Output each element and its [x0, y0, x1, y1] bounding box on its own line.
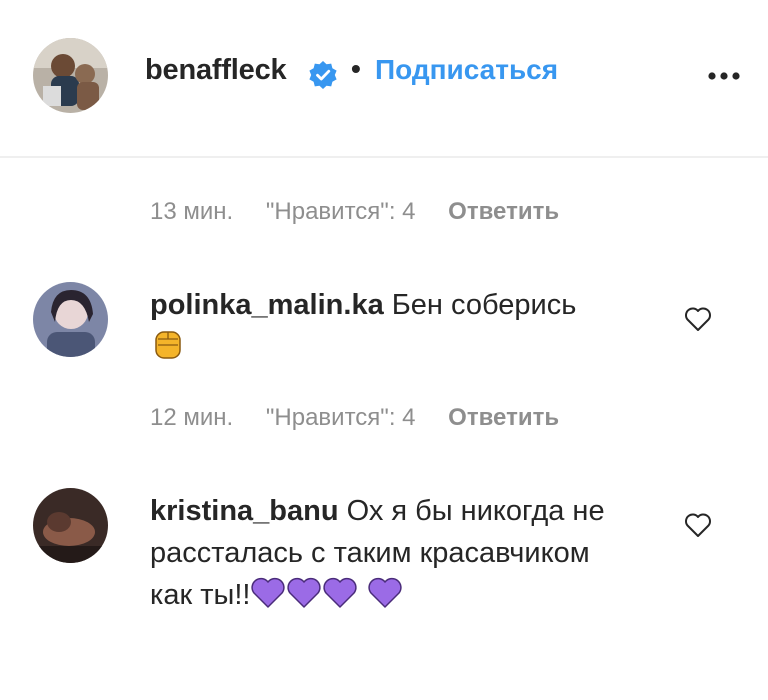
purple-heart-emoji	[367, 577, 402, 608]
purple-heart-emoji	[287, 577, 322, 608]
avatar[interactable]	[33, 38, 108, 113]
comment-likes-count[interactable]: "Нравится": 4	[266, 198, 416, 226]
more-options-icon[interactable]	[704, 66, 744, 86]
heart-icon[interactable]	[683, 304, 713, 334]
heart-icon[interactable]	[683, 510, 713, 540]
comment-message: Бен соберись	[391, 289, 577, 321]
reply-button[interactable]: Ответить	[448, 404, 559, 432]
comment-username[interactable]: polinka_malin.ka	[150, 289, 384, 321]
purple-heart-emoji	[251, 577, 286, 608]
avatar[interactable]	[33, 282, 108, 357]
separator-dot: •	[351, 53, 361, 84]
comment-likes-count[interactable]: "Нравится": 4	[266, 404, 416, 432]
comment-time[interactable]: 12 мин.	[150, 404, 233, 432]
follow-button[interactable]: Подписаться	[375, 54, 558, 86]
comment-time[interactable]: 13 мин.	[150, 198, 233, 226]
comment-text: kristina_banu Ох я бы никогда не расстал…	[150, 490, 630, 616]
comment-text: polinka_malin.ka Бен соберись	[150, 284, 630, 368]
purple-heart-emoji	[323, 577, 358, 608]
comment-username[interactable]: kristina_banu	[150, 495, 339, 527]
reply-button[interactable]: Ответить	[448, 198, 559, 226]
raised-fist-emoji	[155, 331, 181, 359]
comment-meta: 13 мин. "Нравится": 4 Ответить	[150, 198, 559, 226]
username-link[interactable]: benaffleck	[145, 54, 287, 87]
post-header: benaffleck • Подписаться	[0, 0, 768, 158]
verified-badge-icon	[309, 61, 337, 89]
comment-meta: 12 мин. "Нравится": 4 Ответить	[150, 404, 559, 432]
avatar[interactable]	[33, 488, 108, 563]
